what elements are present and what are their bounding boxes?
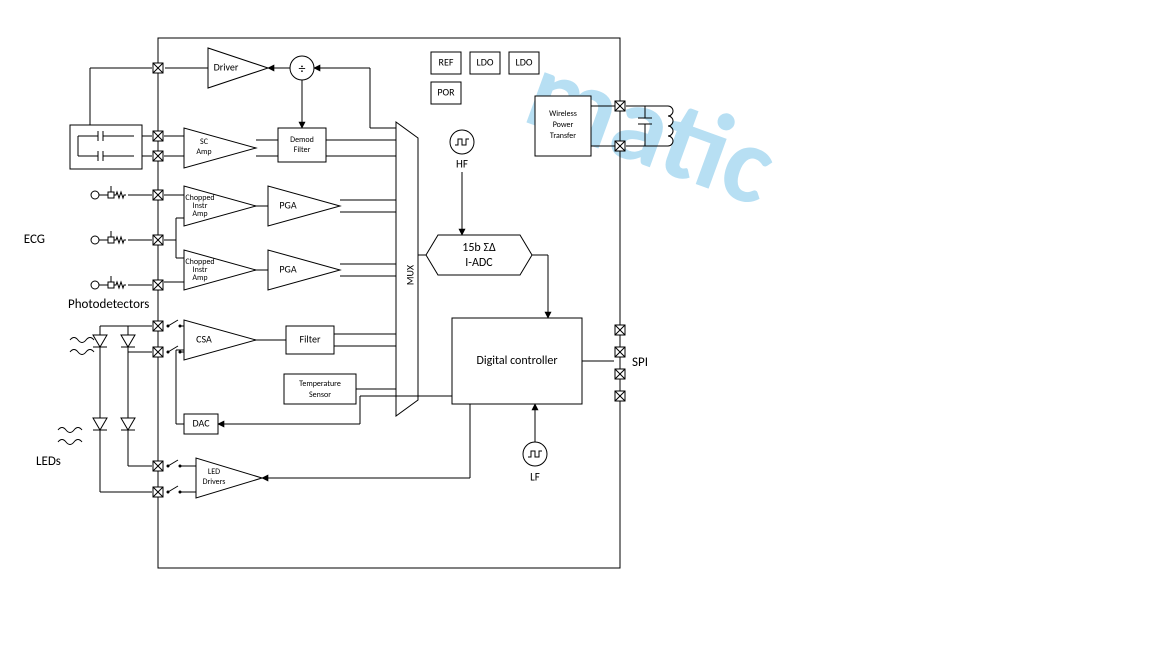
photodetectors-label: Photodetectors [68,297,149,312]
dac-label: DAC [192,416,210,429]
divider-symbol: ÷ [299,60,306,77]
ref-block: REF [439,55,454,68]
scamp-l2: Amp [196,147,211,157]
ldo2-block: LDO [516,55,533,68]
temp-l2: Sensor [309,390,331,400]
demod-l1: Demod [290,135,314,145]
pga1-label: PGA [279,198,296,211]
cap-sensor [70,125,142,169]
adc-l1: 15b ΣΔ [462,241,496,255]
hf-label: HF [456,158,468,171]
adc-l2: I-ADC [465,256,493,270]
csa-label: CSA [196,332,212,345]
wpt-l1: Wireless [549,109,577,119]
scamp-l1: SC [200,137,209,147]
leds-label: LEDs [36,454,61,469]
demod-l2: Filter [294,145,311,155]
por-block: POR [437,85,455,98]
wpt-l3: Transfer [550,131,576,141]
cia2-l3: Amp [192,273,207,283]
wpt-l2: Power [553,120,574,130]
leddrv-l1: LED [208,467,220,477]
leddrv-l2: Drivers [203,477,226,487]
driver-label: Driver [214,60,239,73]
lf-label: LF [530,471,540,484]
ecg-label: ECG [24,232,45,247]
pga2-label: PGA [279,262,296,275]
filter-label: Filter [300,332,321,345]
cia1-l3: Amp [192,209,207,219]
temp-l1: Temperature [299,379,341,389]
digital-label: Digital controller [476,354,557,368]
ldo1-block: LDO [477,55,494,68]
mux-label: MUX [403,264,416,285]
spi-label: SPI [632,355,648,370]
